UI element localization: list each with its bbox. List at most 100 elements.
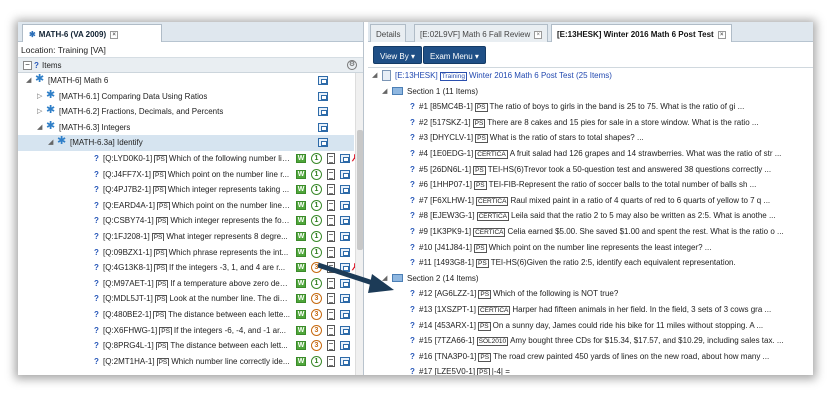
document-icon[interactable] xyxy=(327,262,335,274)
document-icon[interactable] xyxy=(327,199,335,211)
expand-arrow-icon[interactable]: ◢ xyxy=(48,138,53,146)
document-icon[interactable] xyxy=(327,215,335,227)
expand-arrow-icon[interactable]: ◢ xyxy=(382,87,387,95)
document-icon[interactable] xyxy=(327,184,335,196)
open-window-icon[interactable] xyxy=(340,169,350,179)
settings-icon[interactable]: ⚙ xyxy=(347,60,357,70)
open-window-icon[interactable] xyxy=(340,231,350,241)
tree-node[interactable]: ◢ ✱ [MATH-6.3a] Identify xyxy=(18,135,354,151)
question-row[interactable]: ? [Q:X6FHWG-1] PS If the integers -6, -4, a… xyxy=(18,323,354,339)
edit-icon[interactable]: W xyxy=(296,278,306,288)
exam-item-row[interactable]: ? #7 [F6XLHW-1] CERTICA Raul mixed paint in… xyxy=(368,193,813,209)
document-icon[interactable] xyxy=(327,308,335,320)
open-window-icon[interactable] xyxy=(340,325,350,335)
left-scrollbar[interactable] xyxy=(355,73,363,375)
expand-arrow-icon[interactable]: ◢ xyxy=(382,274,387,282)
exam-row[interactable]: ◢ [E:13HESK] Training Winter 2016 Math 6 Po… xyxy=(368,68,813,84)
open-window-icon[interactable] xyxy=(318,76,328,85)
document-icon[interactable] xyxy=(327,277,335,289)
question-row[interactable]: ? [Q:J4FF7X-1] PS Which point on the number… xyxy=(18,167,354,183)
open-window-icon[interactable] xyxy=(318,107,328,117)
question-row[interactable]: ? [Q:09BZX1-1] PS Which phrase represents t… xyxy=(18,245,354,261)
question-row[interactable]: ? [Q:4PJ7B2-1] PS Which integer represents … xyxy=(18,182,354,198)
exam-menu-button[interactable]: Exam Menu ▾ xyxy=(423,46,486,64)
open-window-icon[interactable] xyxy=(340,341,350,351)
document-icon[interactable] xyxy=(327,324,335,336)
edit-icon[interactable]: W xyxy=(296,294,306,304)
document-icon[interactable] xyxy=(327,230,335,242)
tab-1[interactable]: [E:02L9VF] Math 6 Fall Review × xyxy=(414,24,549,42)
tab-math6-standard[interactable]: ✱ MATH-6 (VA 2009) × xyxy=(22,24,162,42)
question-row[interactable]: ? [Q:LYD0K0-1] PS Which of the following nu… xyxy=(18,151,358,167)
open-window-icon[interactable] xyxy=(340,247,350,257)
question-row[interactable]: ? [Q:8PRG4L-1] PS The distance between each… xyxy=(18,338,354,354)
open-window-icon[interactable] xyxy=(318,91,328,101)
document-icon[interactable] xyxy=(327,293,335,305)
edit-icon[interactable]: W xyxy=(296,169,306,179)
close-icon[interactable]: × xyxy=(534,30,543,39)
expand-arrow-icon[interactable]: ◢ xyxy=(372,71,377,79)
edit-icon[interactable]: W xyxy=(296,341,306,351)
exam-item-row[interactable]: ? #16 [TNA3P0-1] PS The road crew painted 4… xyxy=(368,349,813,365)
expand-arrow-icon[interactable]: ▷ xyxy=(37,107,42,115)
exam-item-row[interactable]: ? #6 [1HHP07-1] PS TEI-FIB-Represent the ra… xyxy=(368,177,813,193)
edit-icon[interactable]: W xyxy=(296,325,306,335)
expand-arrow-icon[interactable]: ◢ xyxy=(37,123,42,131)
open-window-icon[interactable] xyxy=(340,278,350,288)
edit-icon[interactable]: W xyxy=(296,356,306,366)
document-icon[interactable] xyxy=(327,246,335,258)
exam-item-row[interactable]: ? #14 [453ARX-1] PS On a sunny day, James c… xyxy=(368,318,813,334)
exam-item-row[interactable]: ? #4 [1E0EDG-1] CERTICA A fruit salad had 1… xyxy=(368,146,813,162)
open-window-icon[interactable] xyxy=(340,356,350,366)
view-by-button[interactable]: View By ▾ xyxy=(373,46,423,64)
document-icon[interactable] xyxy=(327,340,335,352)
exam-item-row[interactable]: ? #17 [LZE5V0-1] PS |-4| = xyxy=(368,364,813,375)
scroll-thumb[interactable] xyxy=(357,130,363,250)
question-row[interactable]: ? [Q:MDL5JT-1] PS Look at the number line. … xyxy=(18,291,354,307)
open-window-icon[interactable] xyxy=(340,263,350,273)
exam-item-row[interactable]: ? #1 [85MC4B-1] PS The ratio of boys to gir… xyxy=(368,99,813,115)
question-row[interactable]: ? [Q:M97AET-1] PS If a temperature above ze… xyxy=(18,276,354,292)
tree-node[interactable]: ◢ ✱ [MATH-6.3] Integers xyxy=(18,120,354,136)
close-icon[interactable]: × xyxy=(110,30,119,39)
document-icon[interactable] xyxy=(327,168,335,180)
edit-icon[interactable]: W xyxy=(296,153,306,163)
tree-node[interactable]: ▷ ✱ [MATH-6.1] Comparing Data Using Ratios xyxy=(18,89,354,105)
question-row[interactable]: ? [Q:4G13K8-1] PS If the integers -3, 1, an… xyxy=(18,260,358,276)
edit-icon[interactable]: W xyxy=(296,200,306,210)
tab-0[interactable]: Details xyxy=(370,24,407,42)
question-row[interactable]: ? [Q:1FJ208-1] PS What integer represents 8… xyxy=(18,229,354,245)
edit-icon[interactable]: W xyxy=(296,231,306,241)
document-icon[interactable] xyxy=(327,355,335,367)
question-row[interactable]: ? [Q:CSBY74-1] PS Which integer represents … xyxy=(18,213,354,229)
open-window-icon[interactable] xyxy=(340,294,350,304)
exam-item-row[interactable]: ? #8 [EJEW3G-1] CERTICA Leila said that the… xyxy=(368,208,813,224)
collapse-all-button[interactable]: − xyxy=(23,61,32,70)
document-icon[interactable] xyxy=(327,152,335,164)
exam-item-row[interactable]: ? #5 [26DN6L-1] PS TEI-HS(6)Trevor took a 5… xyxy=(368,162,813,178)
section-row[interactable]: ◢ Section 1 (11 Items) xyxy=(368,84,813,100)
exam-item-row[interactable]: ? #3 [DHYCLV-1] PS What is the ratio of sta… xyxy=(368,130,813,146)
tab-2[interactable]: [E:13HESK] Winter 2016 Math 6 Post Test × xyxy=(551,24,732,42)
open-window-icon[interactable] xyxy=(340,216,350,226)
exam-item-row[interactable]: ? #12 [AG6LZZ-1] PS Which of the following … xyxy=(368,286,813,302)
exam-item-row[interactable]: ? #2 [517SKZ-1] PS There are 8 cakes and 15… xyxy=(368,115,813,131)
edit-icon[interactable]: W xyxy=(296,309,306,319)
close-icon[interactable]: × xyxy=(717,30,726,39)
edit-icon[interactable]: W xyxy=(296,263,306,273)
open-window-icon[interactable] xyxy=(318,138,328,148)
exam-item-row[interactable]: ? #13 [1XSZPT-1] CERTICA Harper had fifteen… xyxy=(368,302,813,318)
exam-item-row[interactable]: ? #15 [7TZA66-1] SOL2010 Amy bought three C… xyxy=(368,333,813,349)
open-window-icon[interactable] xyxy=(340,185,350,195)
exam-item-row[interactable]: ? #11 [1493G8-1] PS TEI-HS(6)Given the rati… xyxy=(368,255,813,271)
edit-icon[interactable]: W xyxy=(296,216,306,226)
exam-item-row[interactable]: ? #9 [1K3PK9-1] CERTICA Celia earned $5.00.… xyxy=(368,224,813,240)
open-window-icon[interactable] xyxy=(340,200,350,210)
question-row[interactable]: ? [Q:2MT1HA-1] PS Which number line correct… xyxy=(18,354,354,370)
open-window-icon[interactable] xyxy=(340,309,350,319)
open-window-icon[interactable] xyxy=(318,122,328,132)
edit-icon[interactable]: W xyxy=(296,185,306,195)
section-row[interactable]: ◢ Section 2 (14 Items) xyxy=(368,271,813,287)
question-row[interactable]: ? [Q:480BE2-1] PS The distance between each… xyxy=(18,307,354,323)
exam-item-row[interactable]: ? #10 [J41J84-1] PS Which point on the numb… xyxy=(368,240,813,256)
